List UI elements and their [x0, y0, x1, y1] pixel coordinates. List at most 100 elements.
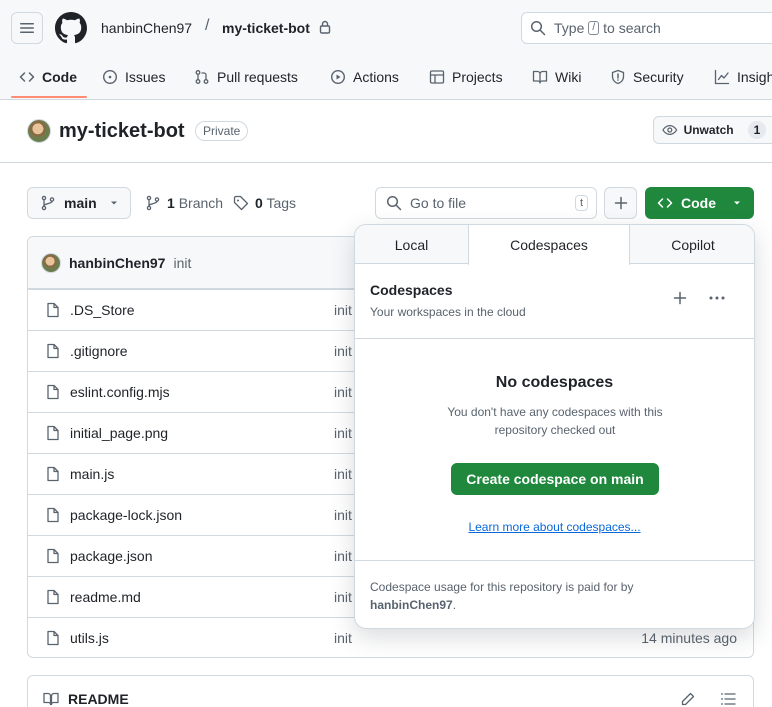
avatar[interactable]: [41, 252, 61, 273]
tab-label: Local: [394, 236, 429, 253]
chevron-down-icon: [110, 201, 117, 205]
file-name[interactable]: main.js: [70, 466, 114, 482]
book-icon: [43, 692, 59, 706]
dropdown-tabs: Local Codespaces Copilot: [355, 225, 754, 265]
play-icon: [330, 69, 346, 85]
tab-code[interactable]: Code: [19, 56, 77, 98]
tab-label: Codespaces: [510, 237, 588, 253]
tab-copilot[interactable]: Copilot: [630, 225, 754, 264]
file-commit-message[interactable]: init: [334, 384, 352, 400]
file-commit-message[interactable]: init: [334, 425, 352, 441]
tag-count-label: Tags: [266, 195, 297, 211]
commit-message[interactable]: init: [173, 255, 191, 271]
commit-author[interactable]: hanbinChen97: [69, 255, 165, 271]
file-commit-message[interactable]: init: [334, 466, 352, 482]
tab-codespaces[interactable]: Codespaces: [468, 225, 630, 265]
learn-more-label: Learn more about codespaces...: [468, 520, 641, 534]
unwatch-label: Unwatch: [683, 123, 734, 137]
code-button[interactable]: Code: [645, 187, 754, 219]
branch-count-label: Branch: [178, 195, 224, 211]
billing-text: Codespace usage for this repository is p…: [370, 580, 634, 594]
tab-label: Projects: [452, 69, 503, 85]
github-logo-icon[interactable]: [55, 12, 87, 44]
file-commit-message[interactable]: init: [334, 548, 352, 564]
branches-link[interactable]: 1 Branch: [145, 195, 223, 211]
unwatch-button[interactable]: Unwatch 1: [653, 116, 772, 144]
tab-label: Copilot: [671, 236, 715, 253]
breadcrumb-owner[interactable]: hanbinChen97: [101, 19, 192, 37]
breadcrumb-separator: /: [205, 17, 210, 34]
book-icon: [532, 70, 548, 84]
shield-icon: [611, 69, 625, 85]
file-commit-message[interactable]: init: [334, 507, 352, 523]
tab-actions[interactable]: Actions: [330, 56, 399, 98]
file-name[interactable]: package.json: [70, 548, 153, 564]
create-codespace-label: Create codespace on main: [466, 471, 644, 487]
code-icon: [657, 198, 673, 208]
go-to-file-input[interactable]: Go to file t: [375, 187, 597, 219]
billing-end: .: [452, 598, 457, 612]
breadcrumb-repo[interactable]: my-ticket-bot: [222, 19, 310, 37]
eye-icon: [662, 124, 678, 136]
file-commit-message[interactable]: init: [334, 302, 352, 318]
tab-issues[interactable]: Issues: [102, 56, 165, 98]
tab-security[interactable]: Security: [610, 56, 684, 98]
branch-count: 1: [167, 195, 175, 211]
file-commit-message[interactable]: init: [334, 589, 352, 605]
search-shortcut-key: /: [588, 21, 600, 35]
kebab-horizontal-icon[interactable]: [708, 291, 726, 305]
go-to-file-shortcut: t: [574, 195, 588, 211]
repo-title[interactable]: my-ticket-bot: [59, 118, 185, 144]
readme-title[interactable]: README: [68, 691, 129, 707]
empty-state-text: You don't have any codespaces with this …: [447, 405, 663, 437]
branch-selector[interactable]: main: [27, 187, 131, 219]
avatar[interactable]: [27, 119, 51, 143]
tab-label: Code: [42, 69, 77, 85]
tab-wiki[interactable]: Wiki: [532, 56, 581, 98]
tab-insights[interactable]: Insigh: [714, 56, 772, 98]
file-name[interactable]: eslint.config.mjs: [70, 384, 170, 400]
file-commit-message[interactable]: init: [334, 343, 352, 359]
tab-label: Pull requests: [217, 69, 298, 85]
tags-link[interactable]: 0 Tags: [233, 195, 296, 211]
global-search-input[interactable]: Type / to search: [521, 12, 772, 44]
list-icon[interactable]: [720, 692, 736, 706]
chevron-down-icon: [734, 201, 740, 205]
create-codespace-button[interactable]: Create codespace on main: [451, 463, 659, 495]
learn-more-link[interactable]: Learn more about codespaces...: [355, 520, 754, 534]
file-icon: [45, 302, 61, 318]
file-name[interactable]: .DS_Store: [70, 302, 135, 318]
file-name[interactable]: utils.js: [70, 630, 109, 646]
file-icon: [45, 466, 61, 482]
pencil-icon[interactable]: [681, 692, 695, 706]
file-commit-time: 14 minutes ago: [641, 630, 737, 646]
file-name[interactable]: .gitignore: [70, 343, 128, 359]
tab-local[interactable]: Local: [355, 225, 468, 264]
tab-label: Issues: [125, 69, 166, 85]
table-icon: [429, 70, 445, 84]
divider: [355, 338, 754, 339]
visibility-badge: Private: [195, 121, 249, 141]
branch-name: main: [64, 195, 97, 211]
file-name[interactable]: initial_page.png: [70, 425, 168, 441]
search-icon: [530, 20, 546, 36]
file-name[interactable]: package-lock.json: [70, 507, 182, 523]
plus-icon: [614, 196, 627, 210]
tab-projects[interactable]: Projects: [429, 56, 503, 98]
add-file-button[interactable]: [604, 187, 637, 219]
search-icon: [386, 195, 402, 211]
menu-button[interactable]: [11, 12, 43, 44]
codespaces-heading: Codespaces: [370, 282, 453, 298]
billing-note: Codespace usage for this repository is p…: [370, 578, 740, 614]
tab-label: Security: [633, 69, 684, 85]
plus-icon[interactable]: [673, 291, 687, 305]
tab-pull-requests[interactable]: Pull requests: [194, 56, 298, 98]
search-prefix: Type: [554, 20, 585, 36]
git-branch-icon: [146, 195, 160, 211]
file-icon: [45, 384, 61, 400]
file-name[interactable]: readme.md: [70, 589, 141, 605]
file-commit-message[interactable]: init: [334, 630, 352, 646]
issue-icon: [102, 69, 118, 85]
tab-label: Insigh: [737, 69, 772, 85]
hamburger-icon: [20, 23, 34, 33]
